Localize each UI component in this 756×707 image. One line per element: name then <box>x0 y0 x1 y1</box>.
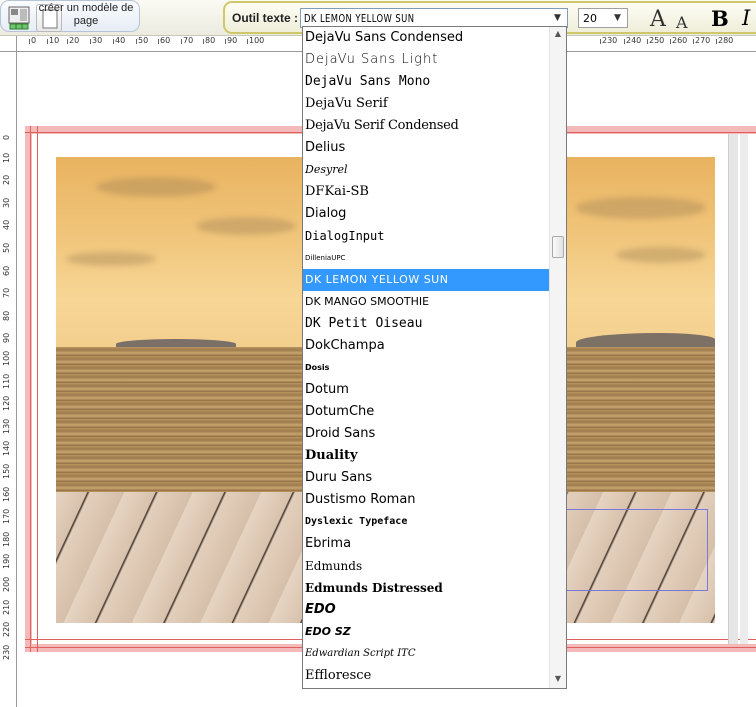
font-list-item[interactable]: DialogInput <box>303 225 550 247</box>
ruler-tick-label: 120 <box>2 395 11 412</box>
ruler-tick-label: 220 <box>2 621 11 638</box>
font-size-value: 20 <box>583 12 597 25</box>
ruler-tick-label: 0 <box>28 36 37 45</box>
scrollbar-thumb[interactable] <box>552 236 564 258</box>
ruler-tick-label: 190 <box>2 554 11 570</box>
scroll-up-icon[interactable]: ▲ <box>552 29 564 41</box>
font-list-items: DejaVu Sans Condensed DejaVu Sans Light De… <box>303 27 550 687</box>
font-list-item[interactable]: Dustismo Roman <box>303 489 550 511</box>
ruler-tick-label: 240 <box>623 36 642 45</box>
layout-icon <box>8 6 30 24</box>
chevron-down-icon[interactable]: ▼ <box>550 11 565 25</box>
ruler-tick-label: 180 <box>2 531 11 547</box>
bold-button[interactable]: B <box>711 6 729 31</box>
dropdown-scrollbar[interactable]: ▲ ▼ <box>549 27 566 688</box>
page-edge-bar <box>728 134 738 644</box>
ruler-tick-label: 0 <box>2 134 11 140</box>
font-list-item[interactable]: DFKai-SB <box>303 181 550 203</box>
font-list-item[interactable]: Dialog <box>303 203 550 225</box>
font-list-item[interactable]: DejaVu Sans Mono <box>303 71 550 93</box>
font-list-item[interactable]: DokChampa <box>303 335 550 357</box>
ruler-tick-label: 100 <box>246 36 265 45</box>
font-list-item[interactable]: DejaVu Serif Condensed <box>303 115 550 137</box>
ruler-tick-label: 70 <box>180 36 194 45</box>
ruler-tick-label: 40 <box>112 36 126 45</box>
scroll-down-icon[interactable]: ▼ <box>552 674 564 686</box>
ruler-tick-label: 30 <box>89 36 103 45</box>
ruler-tick-label: 200 <box>2 576 11 592</box>
italic-button[interactable]: I <box>742 6 750 30</box>
font-list-item[interactable]: Edmunds <box>303 555 550 577</box>
ruler-tick-label: 140 <box>2 441 11 457</box>
ruler-tick-label: 90 <box>224 36 238 45</box>
ruler-tick-label: 90 <box>2 333 11 344</box>
font-list-item[interactable]: Dotum <box>303 379 550 401</box>
ruler-tick-label: 170 <box>2 508 11 525</box>
font-family-select[interactable]: DK LEMON YELLOW SUN ▼ <box>300 8 568 28</box>
ruler-tick-label: 60 <box>157 36 171 45</box>
ruler-tick-label: 160 <box>2 486 11 502</box>
ruler-tick-label: 270 <box>692 36 711 45</box>
text-frame-selection[interactable] <box>566 509 708 591</box>
font-list-item[interactable]: EDO SZ <box>303 621 550 643</box>
ruler-tick-label: 260 <box>669 36 688 45</box>
margin-guide <box>37 126 38 652</box>
ruler-tick-label: 230 <box>2 644 11 660</box>
font-list-item[interactable]: Delius <box>303 137 550 159</box>
ruler-tick-label: 20 <box>66 36 80 45</box>
create-page-template-label: créer un modèle de page <box>38 2 134 27</box>
font-list-item[interactable]: Dosis <box>303 357 550 379</box>
font-list-item[interactable]: Effloresce <box>303 665 550 687</box>
vertical-ruler: 0 10 20 30 40 50 60 70 80 90 100 110 120 130 140 150 160… <box>0 52 17 707</box>
font-list-item[interactable]: Edmunds Distressed <box>303 577 550 599</box>
font-list-item[interactable]: DejaVu Sans Condensed <box>303 27 550 49</box>
text-tool-label: Outil texte : <box>232 11 299 25</box>
font-family-dropdown-list[interactable]: DejaVu Sans Condensed DejaVu Sans Light De… <box>302 26 567 689</box>
ruler-tick-label: 110 <box>2 373 11 389</box>
font-family-value: DK LEMON YELLOW SUN <box>304 12 415 25</box>
font-list-item[interactable]: DK LEMON YELLOW SUN <box>303 269 550 291</box>
font-list-item[interactable]: DK MANGO SMOOTHIE <box>303 291 550 313</box>
font-list-item[interactable]: Droid Sans <box>303 423 550 445</box>
ruler-tick-label: 40 <box>2 220 11 231</box>
ruler-tick-label: 80 <box>2 310 11 321</box>
font-list-item[interactable]: Edwardian Script ITC <box>303 643 550 665</box>
ruler-tick-label: 250 <box>646 36 665 45</box>
ruler-tick-label: 210 <box>2 599 11 615</box>
ruler-tick-label: 60 <box>2 265 11 276</box>
ruler-corner <box>0 36 17 52</box>
increase-font-size-button[interactable]: A <box>650 7 666 32</box>
ruler-tick-label: 50 <box>2 242 11 253</box>
font-list-item[interactable]: Dyslexic Typeface <box>303 511 550 533</box>
ruler-tick-label: 20 <box>2 175 11 186</box>
font-list-item[interactable]: Duru Sans <box>303 467 550 489</box>
ruler-tick-label: 280 <box>715 36 734 45</box>
ruler-tick-label: 80 <box>202 36 216 45</box>
ruler-tick-label: 50 <box>135 36 149 45</box>
ruler-tick-label: 30 <box>2 197 11 208</box>
font-list-item[interactable]: DK Petit Oiseau <box>303 313 550 335</box>
ruler-tick-label: 10 <box>2 152 11 163</box>
font-list-item[interactable]: DotumChe <box>303 401 550 423</box>
font-list-item[interactable]: DilleniaUPC <box>303 247 550 269</box>
page-edge-bar <box>740 134 748 644</box>
font-list-item[interactable]: EDO <box>303 599 550 621</box>
font-list-item[interactable]: Desyrel <box>303 159 550 181</box>
chevron-down-icon[interactable]: ▼ <box>610 11 625 25</box>
ruler-tick-label: 150 <box>2 463 11 479</box>
ruler-tick-label: 130 <box>2 418 11 434</box>
ruler-tick-label: 230 <box>599 36 618 45</box>
font-list-item[interactable]: DejaVu Serif <box>303 93 550 115</box>
font-list-item[interactable]: Ebrima <box>303 533 550 555</box>
ruler-tick-label: 70 <box>2 288 11 299</box>
ruler-tick-label: 10 <box>46 36 60 45</box>
ruler-tick-label: 100 <box>2 350 11 366</box>
margin-guide <box>30 126 31 652</box>
font-size-select[interactable]: 20 ▼ <box>578 8 628 28</box>
decrease-font-size-button[interactable]: A <box>676 13 688 32</box>
font-list-item[interactable]: DejaVu Sans Light <box>303 49 550 71</box>
font-list-item[interactable]: Duality <box>303 445 550 467</box>
